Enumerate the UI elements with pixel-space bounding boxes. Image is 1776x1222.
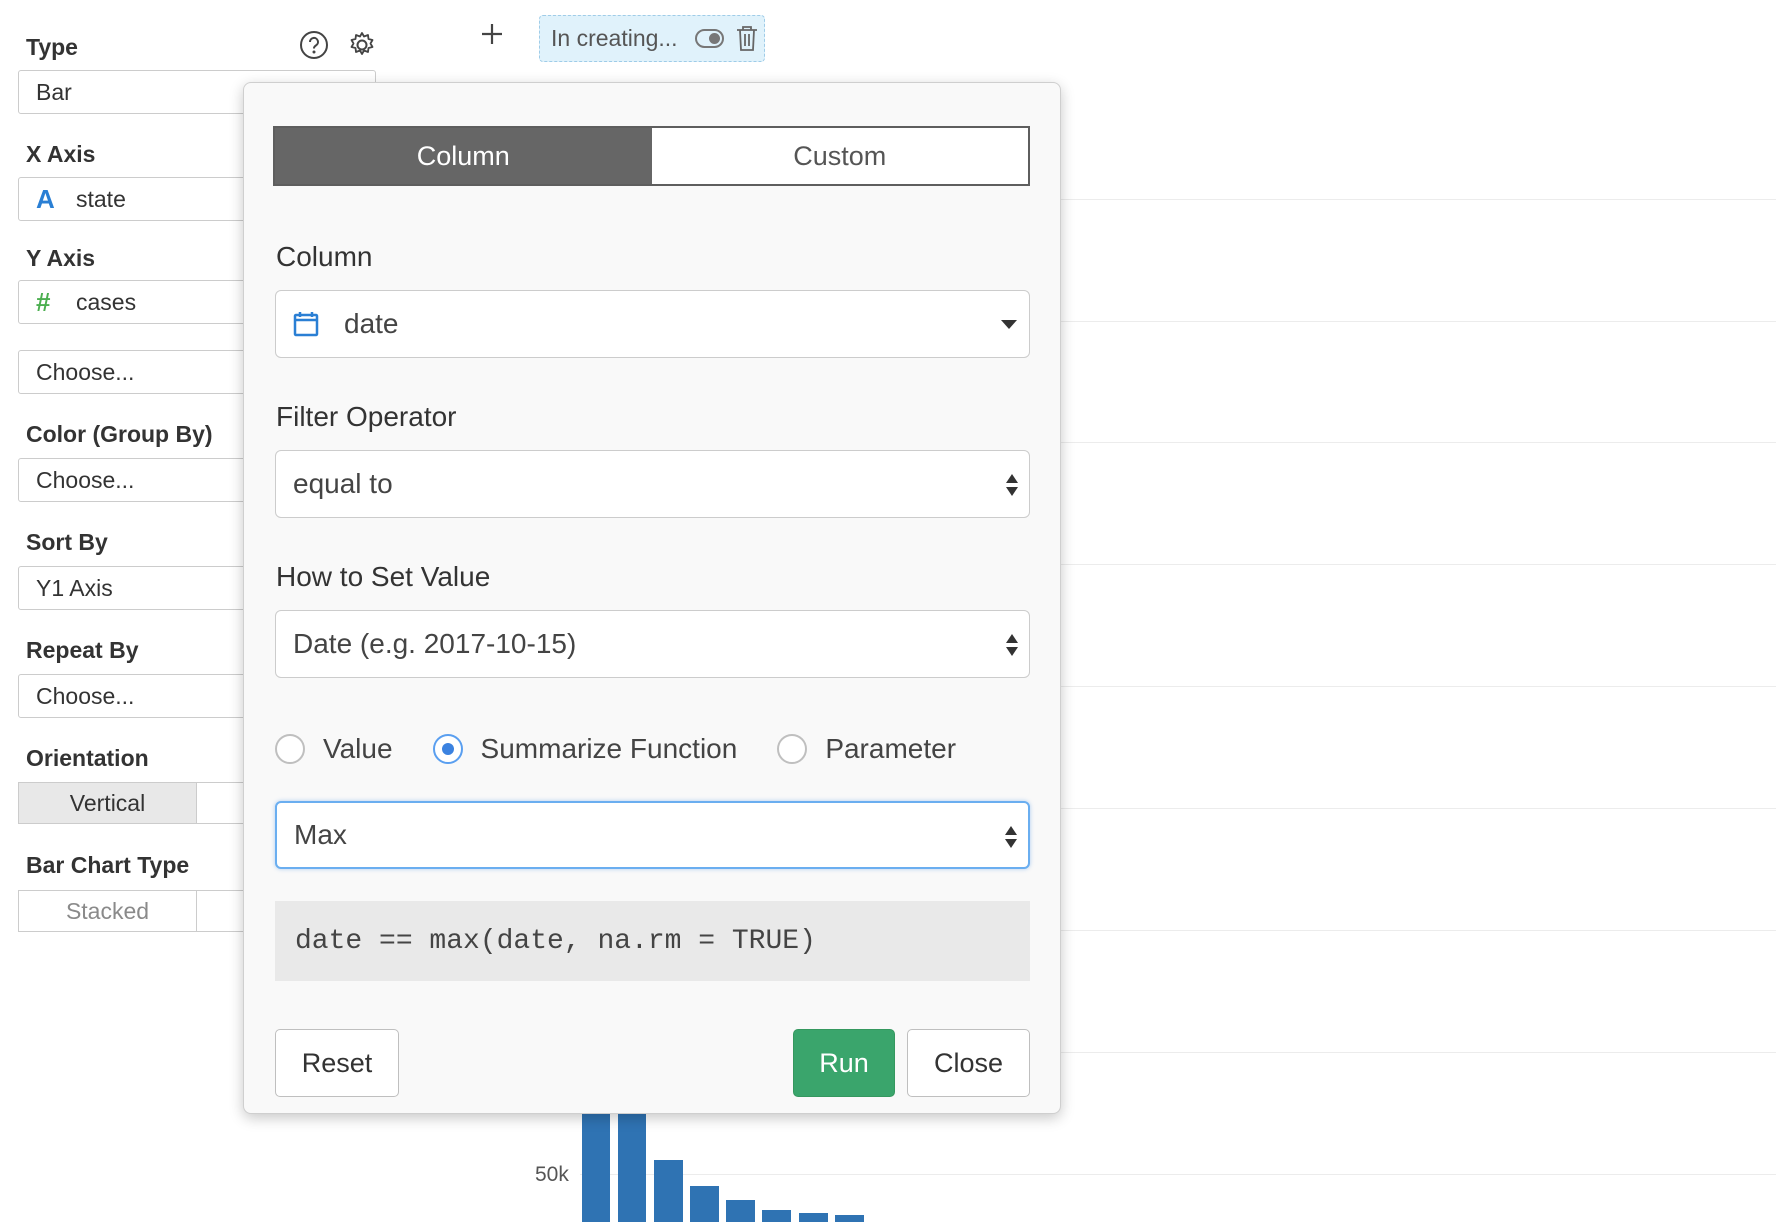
filter-toggle-icon[interactable]	[695, 29, 724, 48]
bar-type-stacked-button[interactable]: Stacked	[18, 890, 197, 932]
radio-summarize-function-label: Summarize Function	[480, 733, 738, 764]
radio-parameter[interactable]: Parameter	[777, 733, 956, 765]
chart-bar	[726, 1200, 755, 1222]
radio-value[interactable]: Value	[275, 733, 393, 765]
radio-parameter-circle[interactable]	[777, 734, 808, 764]
tab-column[interactable]: Column	[275, 128, 652, 184]
help-icon[interactable]	[299, 30, 329, 60]
radio-value-label: Value	[323, 733, 393, 764]
tab-custom[interactable]: Custom	[651, 128, 1028, 184]
how-to-set-value-value: Date (e.g. 2017-10-15)	[293, 628, 577, 659]
chart-bar	[762, 1210, 791, 1222]
column-label: Column	[276, 241, 373, 272]
summarize-function-value: Max	[294, 819, 347, 850]
orientation-vertical-button[interactable]: Vertical	[18, 782, 197, 824]
value-source-radio-group: Value Summarize Function Parameter	[275, 731, 996, 767]
chart-bar	[835, 1215, 864, 1222]
numeric-type-icon: #	[36, 286, 51, 317]
filter-popover: Column Custom Column date Filter Operato…	[243, 82, 1061, 1114]
filter-mode-tabs: Column Custom	[273, 126, 1030, 186]
radio-value-circle[interactable]	[275, 734, 305, 764]
chart-bar	[654, 1160, 683, 1222]
trash-icon[interactable]	[735, 24, 759, 52]
summarize-function-select[interactable]: Max	[275, 801, 1030, 869]
type-label: Type	[26, 34, 78, 60]
filter-chip[interactable]: In creating...	[539, 15, 765, 62]
chevron-down-icon	[1001, 320, 1017, 329]
column-select[interactable]: date	[275, 290, 1030, 358]
close-button[interactable]: Close	[907, 1029, 1030, 1097]
filter-chip-label: In creating...	[551, 25, 678, 51]
orientation-label: Orientation	[26, 745, 149, 771]
gear-icon[interactable]	[347, 30, 377, 60]
how-to-set-value-select[interactable]: Date (e.g. 2017-10-15)	[275, 610, 1030, 678]
filter-expression-preview: date == max(date, na.rm = TRUE)	[275, 901, 1030, 981]
filter-operator-label: Filter Operator	[276, 401, 457, 432]
y-axis-label: Y Axis	[26, 245, 96, 271]
radio-summarize-function-circle[interactable]	[432, 734, 463, 764]
updown-arrow-icon	[1006, 634, 1018, 656]
add-filter-icon[interactable]	[476, 18, 508, 50]
sort-by-label: Sort By	[26, 529, 108, 555]
repeat-by-label: Repeat By	[26, 637, 139, 663]
y-axis-value: cases	[76, 288, 137, 315]
color-group-label: Color (Group By)	[26, 421, 213, 447]
filter-operator-select[interactable]: equal to	[275, 450, 1030, 518]
run-button[interactable]: Run	[793, 1029, 895, 1097]
updown-arrow-icon	[1006, 474, 1018, 496]
x-axis-label: X Axis	[26, 141, 96, 167]
bar-chart-type-label: Bar Chart Type	[26, 852, 190, 878]
reset-button[interactable]: Reset	[275, 1029, 399, 1097]
x-axis-value: state	[76, 185, 126, 212]
chart-bar	[690, 1186, 719, 1222]
radio-parameter-label: Parameter	[825, 733, 957, 764]
chart-bar	[799, 1213, 828, 1222]
calendar-icon	[293, 312, 319, 337]
column-value: date	[344, 308, 399, 339]
radio-summarize-function[interactable]: Summarize Function	[432, 733, 738, 765]
how-to-set-value-label: How to Set Value	[276, 561, 491, 592]
filter-operator-value: equal to	[293, 468, 393, 499]
gridline	[580, 1174, 1776, 1175]
updown-arrow-icon	[1005, 826, 1017, 848]
text-type-icon: A	[36, 183, 55, 214]
y-tick-label: 50k	[535, 1163, 569, 1186]
